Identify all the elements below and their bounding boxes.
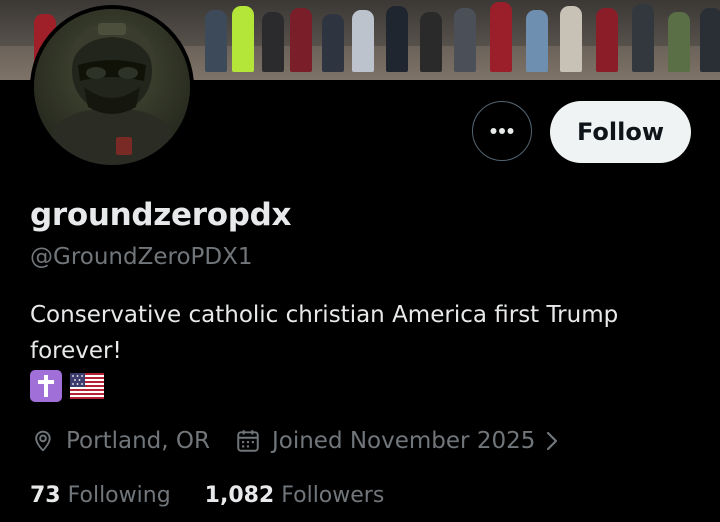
bio-emojis bbox=[30, 370, 104, 402]
us-flag-emoji bbox=[70, 373, 104, 399]
cross-icon bbox=[38, 375, 54, 397]
joined-text: Joined November 2025 bbox=[271, 428, 536, 454]
avatar[interactable] bbox=[30, 5, 194, 169]
display-name: groundzeropdx bbox=[30, 197, 292, 233]
following-count: 73 bbox=[30, 482, 61, 508]
follow-button[interactable]: Follow bbox=[550, 101, 691, 163]
user-handle: @GroundZeroPDX1 bbox=[30, 244, 253, 270]
avatar-image bbox=[34, 9, 190, 165]
location-pin-icon bbox=[35, 430, 51, 452]
banner-figure bbox=[596, 8, 618, 72]
calendar-icon bbox=[237, 430, 259, 452]
banner-figure bbox=[632, 4, 654, 72]
banner-figure bbox=[205, 10, 227, 72]
banner-figure bbox=[560, 6, 582, 72]
banner-figure bbox=[526, 10, 548, 72]
banner-figure bbox=[668, 12, 690, 72]
banner-figure bbox=[262, 12, 284, 72]
banner-figure bbox=[490, 2, 512, 72]
location-item: Portland, OR bbox=[30, 428, 210, 454]
bio-text: Conservative catholic christian America … bbox=[30, 302, 619, 364]
following-link[interactable]: 73 Following bbox=[30, 483, 171, 508]
chevron-right-icon bbox=[547, 431, 558, 451]
banner-figure bbox=[700, 8, 720, 72]
follow-counts: 73 Following 1,082 Followers bbox=[30, 478, 384, 512]
latin-cross-emoji bbox=[30, 370, 62, 402]
following-label: Following bbox=[67, 482, 171, 508]
banner-figure bbox=[386, 6, 408, 72]
followers-label: Followers bbox=[281, 482, 385, 508]
followers-count: 1,082 bbox=[204, 482, 275, 508]
followers-link[interactable]: 1,082 Followers bbox=[205, 483, 385, 508]
profile-meta: Portland, OR Joined November 2025 bbox=[30, 422, 559, 460]
more-dots-icon bbox=[490, 128, 514, 134]
banner-figure bbox=[352, 10, 374, 72]
banner-figure bbox=[290, 8, 312, 72]
location-text: Portland, OR bbox=[66, 428, 210, 454]
banner-figure bbox=[232, 6, 254, 72]
banner-figure bbox=[420, 12, 442, 72]
banner-figure bbox=[322, 14, 344, 72]
joined-item[interactable]: Joined November 2025 bbox=[234, 428, 559, 454]
more-options-button[interactable] bbox=[472, 101, 532, 161]
banner-figure bbox=[454, 8, 476, 72]
